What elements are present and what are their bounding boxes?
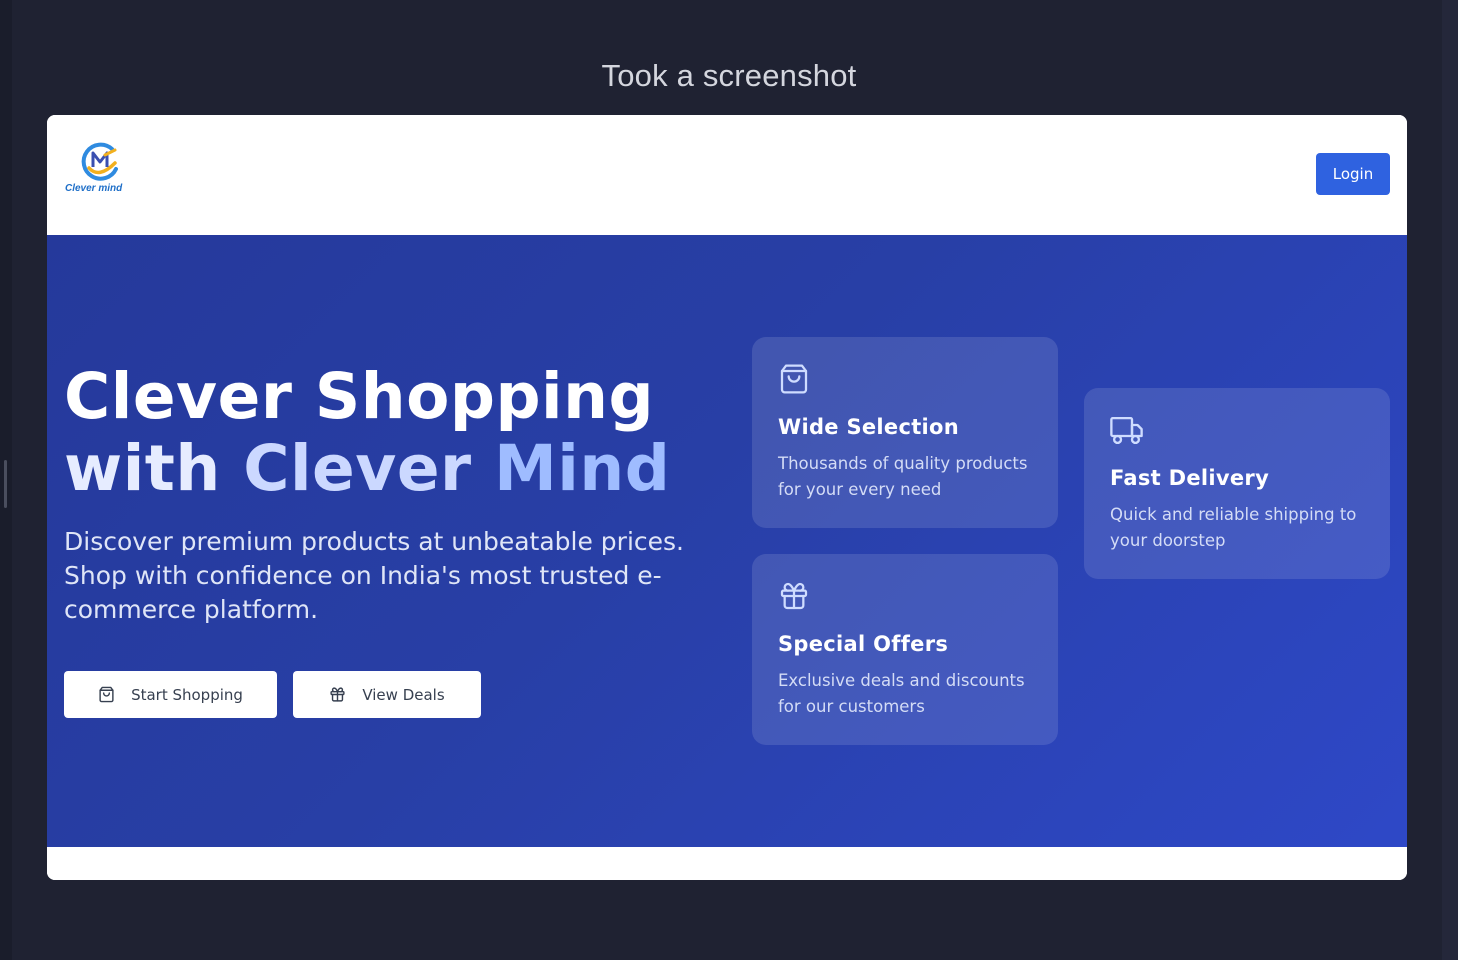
hero-description: Discover premium products at unbeatable … <box>64 527 684 624</box>
feature-text: Quick and reliable shipping to your door… <box>1110 505 1357 550</box>
gift-icon <box>780 582 808 610</box>
feature-card-special-offers: Special Offers Exclusive deals and disco… <box>752 554 1058 745</box>
feature-text: Thousands of quality products for your e… <box>778 454 1028 499</box>
feature-title: Fast Delivery <box>1110 466 1270 490</box>
feature-title: Special Offers <box>778 632 949 656</box>
truck-icon <box>1110 416 1143 445</box>
hero-title-line1: Clever Shopping <box>64 360 655 433</box>
shopping-bag-icon <box>780 364 808 394</box>
hero-section: Clever Shopping with Clever Mind Discove… <box>47 235 1407 847</box>
hero-title-word-mind: Mind <box>494 432 671 505</box>
feature-card-fast-delivery: Fast Delivery Quick and reliable shippin… <box>1084 388 1390 579</box>
right-panel-edge <box>1442 0 1458 960</box>
view-deals-button[interactable]: View Deals <box>293 671 481 718</box>
gift-icon <box>330 687 345 702</box>
hero-title-word-clever: Clever <box>243 432 472 505</box>
view-deals-label: View Deals <box>362 685 445 704</box>
resize-handle[interactable] <box>4 460 7 508</box>
feature-text: Exclusive deals and discounts for our cu… <box>778 671 1025 716</box>
hero-title: Clever Shopping with Clever Mind <box>64 361 744 505</box>
navbar: Clever mind Login <box>47 115 1407 235</box>
hero-title-word-with: with <box>64 432 221 505</box>
start-shopping-label: Start Shopping <box>131 685 243 704</box>
start-shopping-button[interactable]: Start Shopping <box>64 671 277 718</box>
left-panel-edge <box>0 0 12 960</box>
logo-mark-icon <box>81 142 118 181</box>
page-footer-strip <box>47 847 1407 880</box>
screenshot-frame: Clever mind Login Clever Shopping with C… <box>47 115 1407 880</box>
feature-card-wide-selection: Wide Selection Thousands of quality prod… <box>752 337 1058 528</box>
logo-text: Clever mind <box>65 183 123 194</box>
screenshot-caption: Took a screenshot <box>601 58 857 93</box>
brand-logo[interactable]: Clever mind <box>65 141 155 199</box>
shopping-bag-icon <box>99 686 114 703</box>
login-button[interactable]: Login <box>1316 153 1390 195</box>
feature-title: Wide Selection <box>778 415 960 439</box>
